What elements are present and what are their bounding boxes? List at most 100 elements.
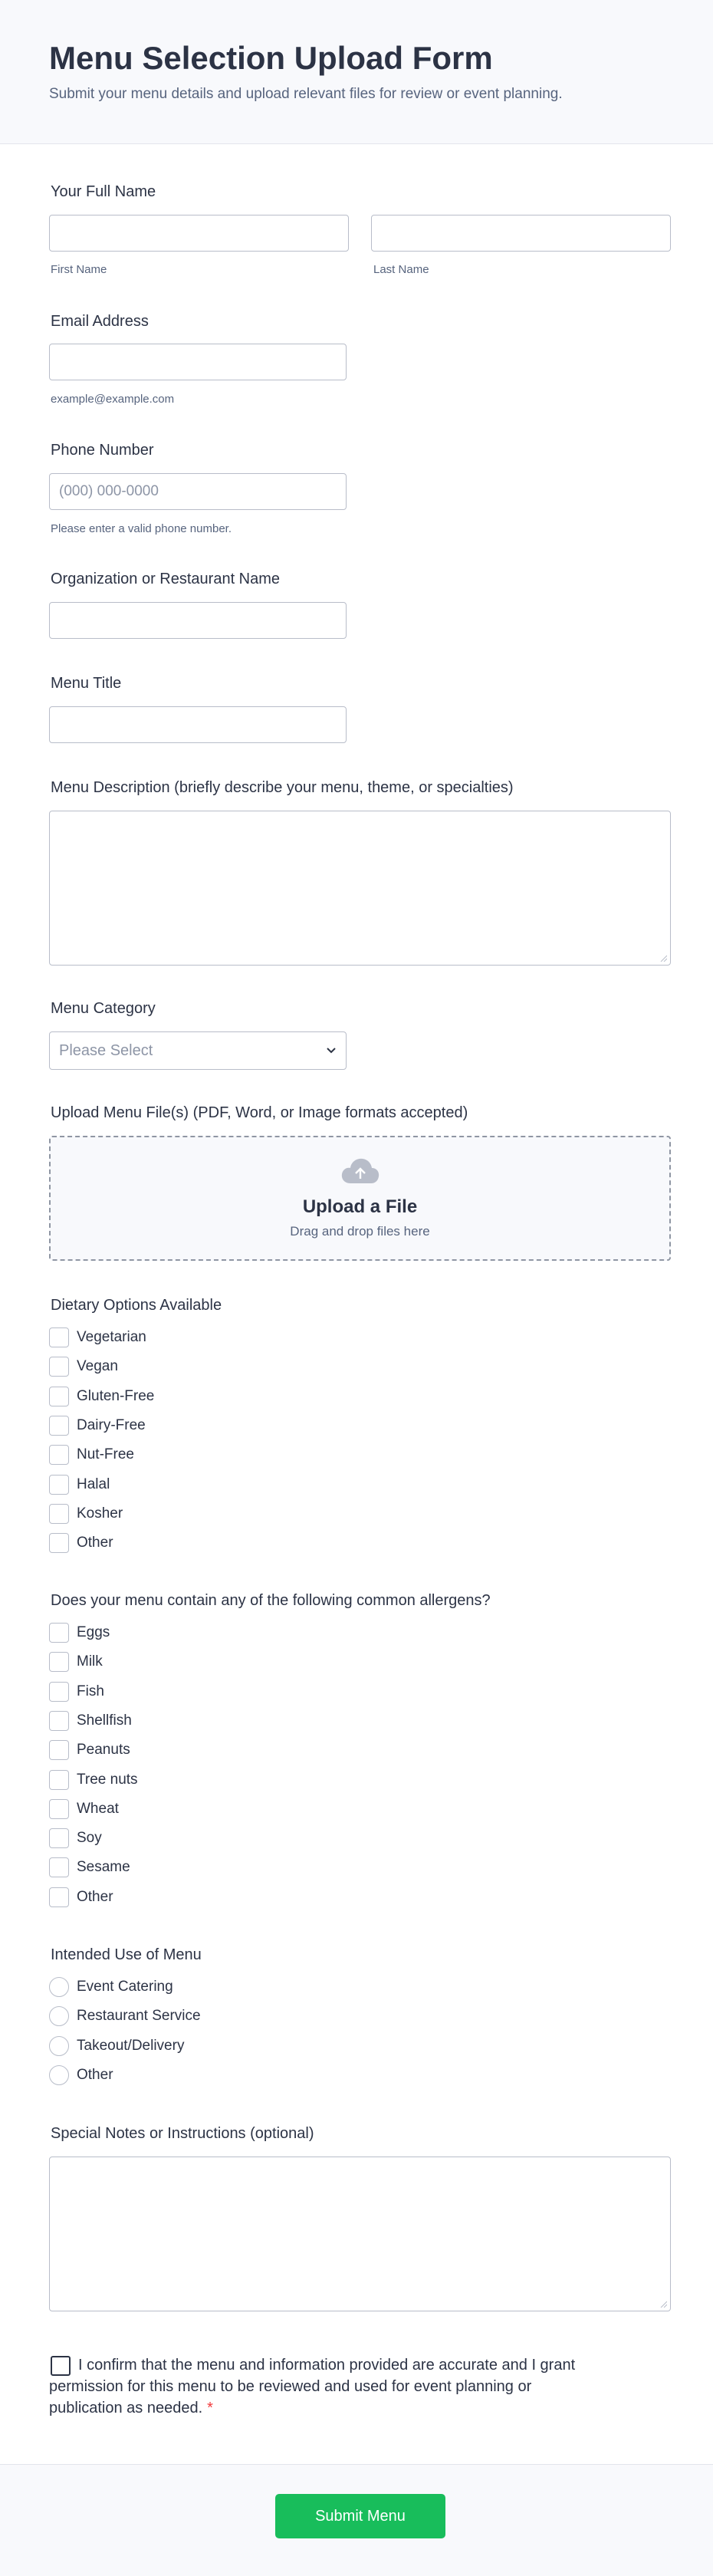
allergen-option[interactable]: Soy — [49, 1828, 102, 1849]
intended-use-option-label: Takeout/Delivery — [77, 2037, 185, 2054]
allergen-option[interactable]: Sesame — [49, 1857, 130, 1878]
allergen-option-label: Tree nuts — [77, 1771, 138, 1788]
checkbox[interactable] — [49, 1357, 69, 1377]
checkbox[interactable] — [49, 1623, 69, 1643]
allergen-option-label: Other — [77, 1888, 113, 1905]
last-name-input[interactable] — [371, 215, 671, 252]
menu-category-label: Menu Category — [51, 1000, 156, 1017]
dietary-label: Dietary Options Available — [51, 1297, 222, 1314]
submit-button[interactable]: Submit Menu — [275, 2494, 445, 2538]
allergen-option[interactable]: Tree nuts — [49, 1769, 138, 1791]
allergen-option[interactable]: Shellfish — [49, 1710, 132, 1732]
allergen-option-label: Soy — [77, 1830, 102, 1847]
allergens-label: Does your menu contain any of the follow… — [51, 1592, 491, 1609]
radio-button[interactable] — [49, 2006, 69, 2027]
menu-title-label: Menu Title — [51, 675, 122, 692]
checkbox[interactable] — [49, 1887, 69, 1907]
organization-label: Organization or Restaurant Name — [51, 571, 281, 587]
dietary-option-label: Dairy-Free — [77, 1416, 146, 1433]
intended-use-option[interactable]: Other — [49, 2064, 113, 2086]
allergen-option[interactable]: Peanuts — [49, 1739, 130, 1761]
full-name-label: Your Full Name — [51, 183, 156, 200]
menu-title-field[interactable] — [49, 706, 347, 743]
dietary-option[interactable]: Kosher — [49, 1503, 123, 1525]
intended-use-option[interactable]: Takeout/Delivery — [49, 2035, 184, 2057]
dietary-option[interactable]: Halal — [49, 1474, 110, 1495]
checkbox[interactable] — [49, 1798, 69, 1819]
dietary-option-label: Vegan — [77, 1358, 118, 1375]
phone-field[interactable]: (000) 000-0000 — [49, 473, 347, 510]
menu-description-label: Menu Description (briefly describe your … — [51, 779, 514, 796]
intended-use-option-label: Restaurant Service — [77, 2008, 201, 2025]
upload-subtitle: Drag and drop files here — [290, 1224, 430, 1239]
intended-use-option[interactable]: Event Catering — [49, 1976, 173, 1998]
checkbox[interactable] — [49, 1386, 69, 1406]
intended-use-option[interactable]: Restaurant Service — [49, 2005, 201, 2027]
first-name-input[interactable] — [49, 215, 349, 252]
organization-field[interactable] — [49, 602, 347, 639]
checkbox[interactable] — [49, 1710, 69, 1731]
form-footer: Submit Menu — [0, 2464, 713, 2576]
allergen-option[interactable]: Wheat — [49, 1798, 119, 1820]
allergen-option-label: Eggs — [77, 1624, 110, 1640]
phone-label: Phone Number — [51, 442, 154, 459]
radio-button[interactable] — [49, 2064, 69, 2085]
menu-description-textarea[interactable] — [49, 811, 671, 966]
cloud-upload-icon — [341, 1158, 379, 1183]
checkbox[interactable] — [49, 1415, 69, 1436]
dietary-option[interactable]: Dairy-Free — [49, 1415, 146, 1436]
allergen-option-label: Sesame — [77, 1859, 130, 1876]
dietary-option[interactable]: Other — [49, 1532, 113, 1554]
radio-button[interactable] — [49, 1977, 69, 1997]
dietary-option-label: Gluten-Free — [77, 1387, 155, 1404]
intended-use-label: Intended Use of Menu — [51, 1946, 202, 1963]
dietary-option-label: Kosher — [77, 1505, 123, 1522]
allergen-option[interactable]: Fish — [49, 1681, 104, 1703]
allergen-option[interactable]: Eggs — [49, 1622, 110, 1643]
notes-label: Special Notes or Instructions (optional) — [51, 2125, 314, 2142]
allergen-option-label: Wheat — [77, 1800, 119, 1817]
dietary-option[interactable]: Vegan — [49, 1356, 118, 1377]
form-header: Menu Selection Upload Form Submit your m… — [0, 0, 713, 144]
dietary-option-label: Vegetarian — [77, 1329, 146, 1345]
upload-title: Upload a File — [302, 1196, 418, 1217]
allergen-option[interactable]: Other — [49, 1887, 113, 1908]
email-sublabel: example@example.com — [51, 393, 175, 406]
allergen-option-label: Milk — [77, 1653, 103, 1670]
dietary-option[interactable]: Vegetarian — [49, 1327, 146, 1348]
allergen-option-label: Fish — [77, 1683, 104, 1699]
phone-placeholder: (000) 000-0000 — [59, 483, 159, 499]
menu-category-select[interactable]: Please Select — [49, 1031, 347, 1070]
radio-button[interactable] — [49, 2035, 69, 2056]
last-name-sublabel: Last Name — [373, 263, 429, 276]
dietary-option[interactable]: Nut-Free — [49, 1444, 134, 1466]
checkbox[interactable] — [49, 1474, 69, 1495]
resize-grip-icon[interactable] — [659, 954, 667, 962]
checkbox[interactable] — [49, 1445, 69, 1466]
checkbox[interactable] — [49, 1327, 69, 1347]
checkbox[interactable] — [49, 1533, 69, 1554]
checkbox[interactable] — [49, 1503, 69, 1524]
dietary-option[interactable]: Gluten-Free — [49, 1386, 154, 1407]
upload-label: Upload Menu File(s) (PDF, Word, or Image… — [51, 1104, 468, 1121]
chevron-down-icon — [327, 1048, 336, 1054]
checkbox[interactable] — [49, 1769, 69, 1790]
page-title: Menu Selection Upload Form — [49, 40, 493, 76]
notes-textarea[interactable] — [49, 2157, 671, 2311]
intended-use-option-label: Other — [77, 2066, 113, 2083]
allergen-option-label: Shellfish — [77, 1712, 132, 1729]
checkbox[interactable] — [49, 1652, 69, 1673]
confirm-checkbox[interactable] — [51, 2356, 71, 2376]
checkbox[interactable] — [49, 1828, 69, 1849]
allergen-option-label: Peanuts — [77, 1742, 130, 1758]
allergen-option[interactable]: Milk — [49, 1651, 103, 1673]
checkbox[interactable] — [49, 1681, 69, 1702]
form-page: Menu Selection Upload Form Submit your m… — [0, 0, 713, 2576]
resize-grip-icon[interactable] — [659, 2300, 667, 2308]
checkbox[interactable] — [49, 1857, 69, 1878]
intended-use-option-label: Event Catering — [77, 1979, 173, 1995]
email-field[interactable] — [49, 344, 347, 380]
menu-category-selected: Please Select — [59, 1041, 153, 1059]
upload-dropzone[interactable]: Upload a File Drag and drop files here — [49, 1136, 671, 1261]
checkbox[interactable] — [49, 1740, 69, 1761]
